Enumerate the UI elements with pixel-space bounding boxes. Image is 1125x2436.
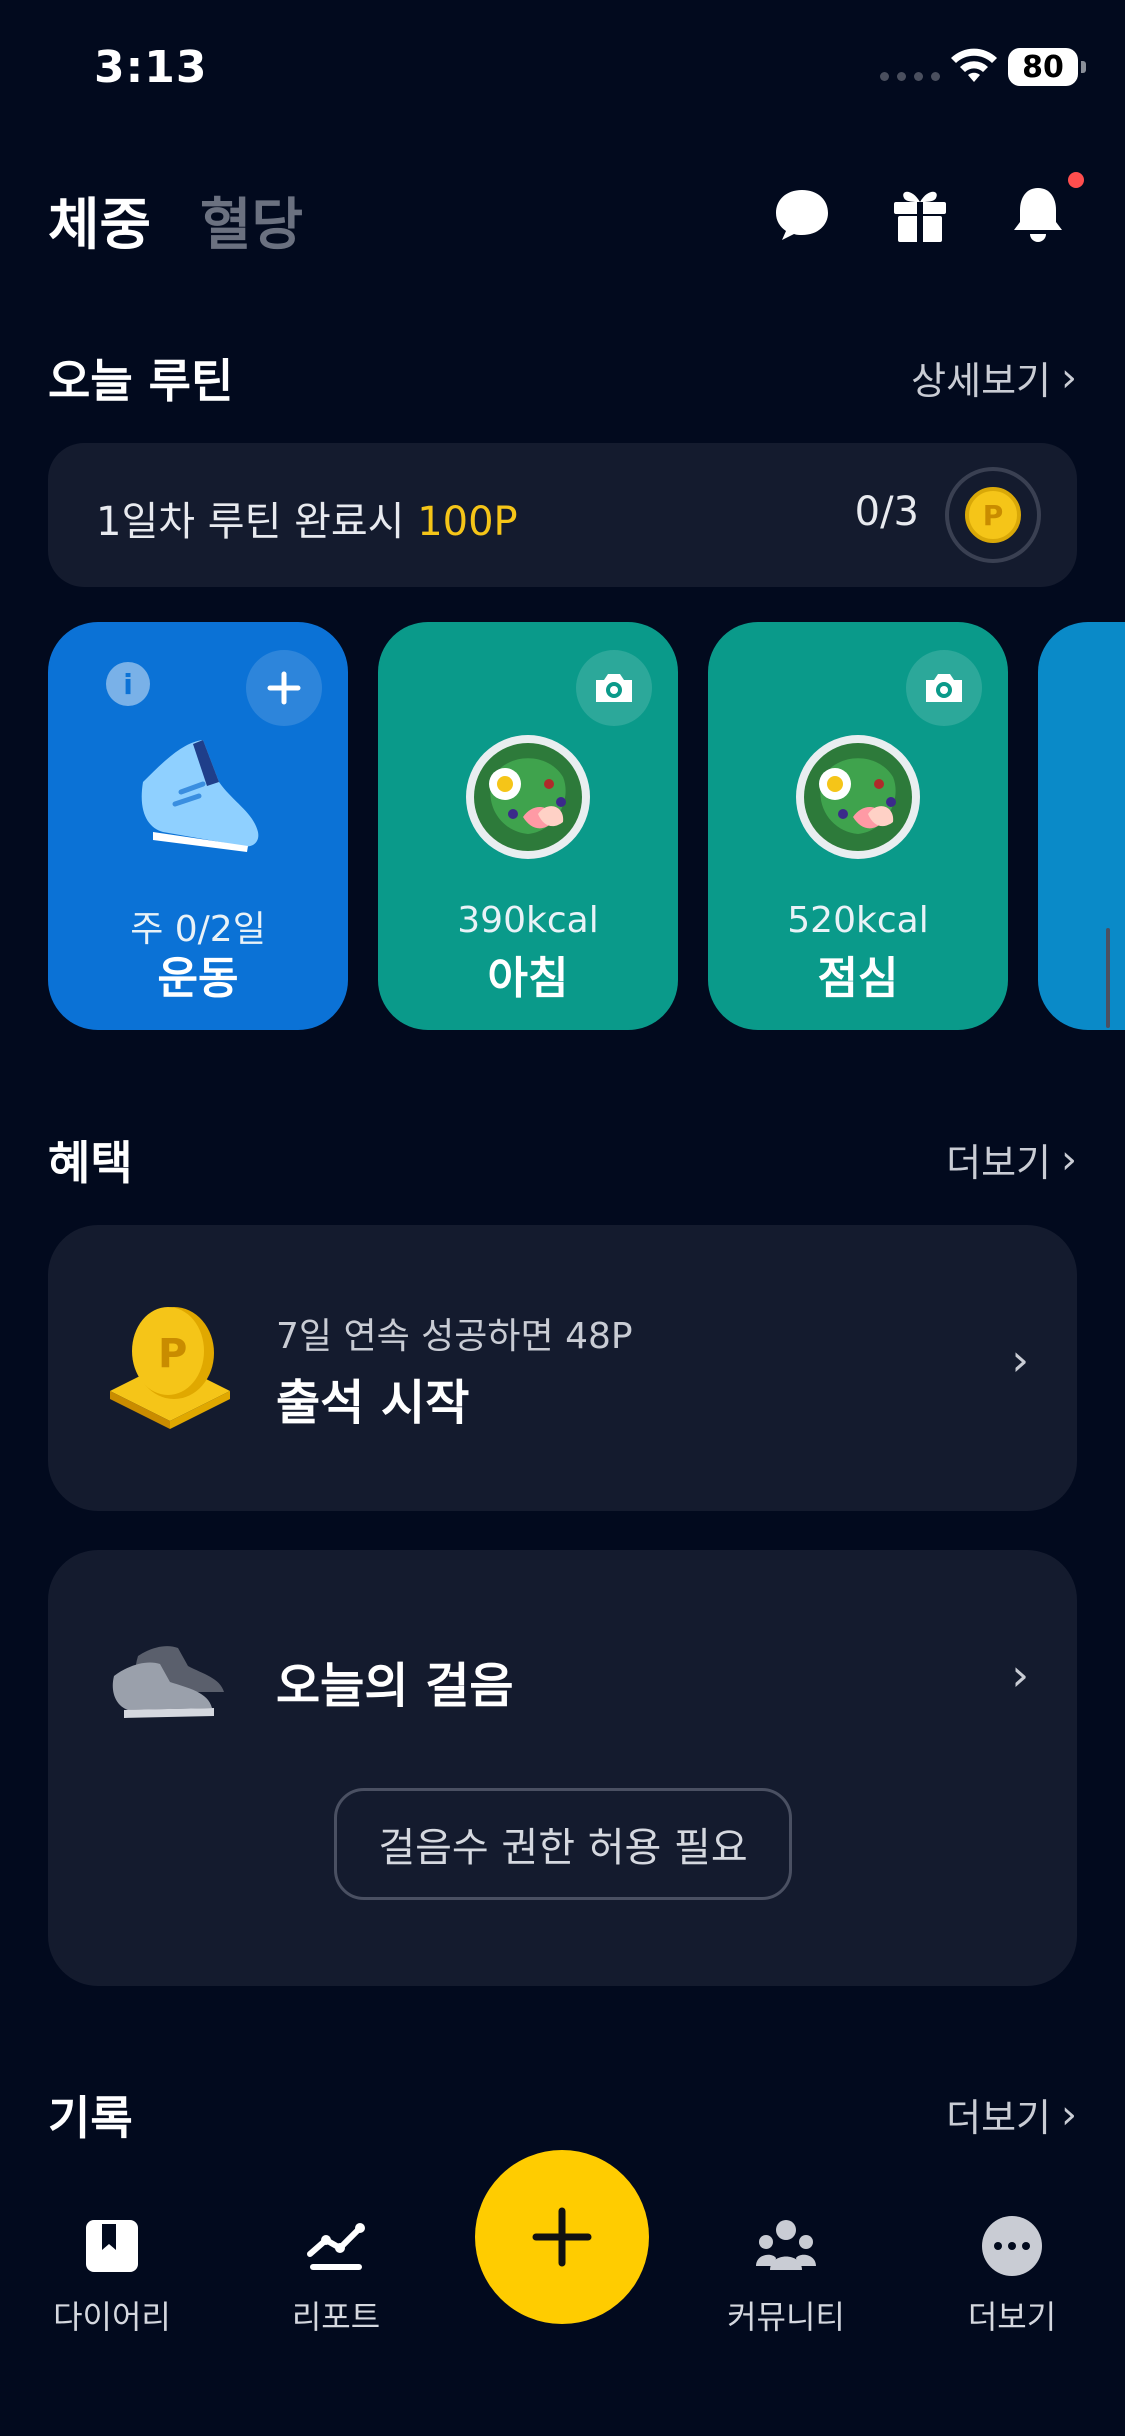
tab-blood-sugar[interactable]: 혈당 [200,180,303,261]
step-permission-button[interactable]: 걸음수 권한 허용 필요 [334,1788,792,1900]
scrollbar [1106,928,1110,1028]
tab-weight[interactable]: 체중 [48,180,151,261]
battery-indicator: 80 [1008,48,1086,86]
top-header: 체중 혈당 [0,160,1125,270]
svg-text:P: P [158,1331,187,1377]
bell-icon[interactable] [1006,182,1070,246]
add-exercise-button[interactable] [246,650,322,726]
chevron-right-icon: › [1011,1335,1029,1386]
attendance-card[interactable]: P 7일 연속 성공하면 48P 출석 시작 › [48,1225,1077,1511]
notification-dot [1068,172,1084,188]
exercise-card-title: 운동 [157,953,239,1004]
lunch-kcal: 520kcal [787,900,929,941]
attendance-title: 출석 시작 [276,1375,470,1431]
nav-diary[interactable]: 다이어리 [32,2214,192,2338]
report-icon [307,2223,365,2270]
records-more-label: 더보기 [946,2096,1051,2140]
add-record-button[interactable] [475,2150,649,2324]
breakfast-kcal: 390kcal [457,900,599,941]
routine-card-partial[interactable] [1038,622,1125,1030]
point-coin-icon: P [945,467,1041,563]
coin-pedestal-icon: P [110,1307,230,1429]
routine-card-exercise[interactable]: i 주 0/2일 운동 [48,622,348,1030]
gift-icon[interactable] [888,182,952,246]
status-bar: 3:13 80 [0,0,1125,140]
routine-card-lunch[interactable]: 520kcal 점심 [708,622,1008,1030]
breakfast-card-title: 아침 [487,953,569,1004]
salad-icon [466,735,590,859]
chevron-right-icon: › [1061,354,1077,401]
plus-icon [267,671,301,705]
chevron-right-icon: › [1011,1650,1029,1701]
nav-community-label: 커뮤니티 [727,2298,845,2336]
nav-report[interactable]: 리포트 [256,2214,416,2338]
nav-report-label: 리포트 [291,2298,381,2336]
routine-reward-points: 100P [417,499,518,545]
chat-icon[interactable] [770,182,834,246]
routine-reward-bar[interactable]: 1일차 루틴 완료시 100P 0/3 P [48,443,1077,587]
plus-icon [532,2207,592,2267]
nav-community[interactable]: 커뮤니티 [706,2214,866,2338]
records-section-title: 기록 [48,2091,133,2145]
camera-icon [926,674,962,702]
benefits-section-title: 혜택 [48,1136,133,1190]
nav-more-label: 더보기 [967,2298,1057,2336]
steps-title: 오늘의 걸음 [276,1658,514,1714]
diary-icon [86,2220,138,2272]
routine-detail-label: 상세보기 [911,359,1051,403]
wifi-icon [951,48,997,82]
routine-detail-link[interactable]: 상세보기 › [911,350,1077,405]
sneakers-icon [112,1646,224,1718]
camera-button[interactable] [576,650,652,726]
more-icon [982,2216,1042,2276]
nav-diary-label: 다이어리 [53,2298,171,2336]
attendance-subtitle: 7일 연속 성공하면 48P [276,1316,633,1357]
benefits-more-link[interactable]: 더보기 › [946,1132,1077,1187]
community-icon [756,2220,816,2270]
nav-more[interactable]: 더보기 [932,2214,1092,2338]
shoe-icon [141,740,259,852]
camera-icon [596,674,632,702]
routine-progress: 0/3 [854,489,919,535]
routine-section-title: 오늘 루틴 [48,354,234,408]
routine-card-carousel[interactable]: i 주 0/2일 운동 390kcal 아침 520kcal 점심 [0,622,1125,1032]
status-time: 3:13 [94,42,208,93]
routine-reward-text: 1일차 루틴 완료시 100P [96,499,518,545]
chevron-right-icon: › [1061,2091,1077,2138]
info-icon[interactable]: i [106,662,150,706]
camera-button[interactable] [906,650,982,726]
signal-icon [880,72,940,81]
steps-card[interactable]: 오늘의 걸음 › 걸음수 권한 허용 필요 [48,1550,1077,1986]
records-more-link[interactable]: 더보기 › [946,2087,1077,2142]
salad-icon [796,735,920,859]
routine-card-breakfast[interactable]: 390kcal 아침 [378,622,678,1030]
lunch-card-title: 점심 [817,953,899,1004]
benefits-more-label: 더보기 [946,1141,1051,1185]
chevron-right-icon: › [1061,1136,1077,1183]
